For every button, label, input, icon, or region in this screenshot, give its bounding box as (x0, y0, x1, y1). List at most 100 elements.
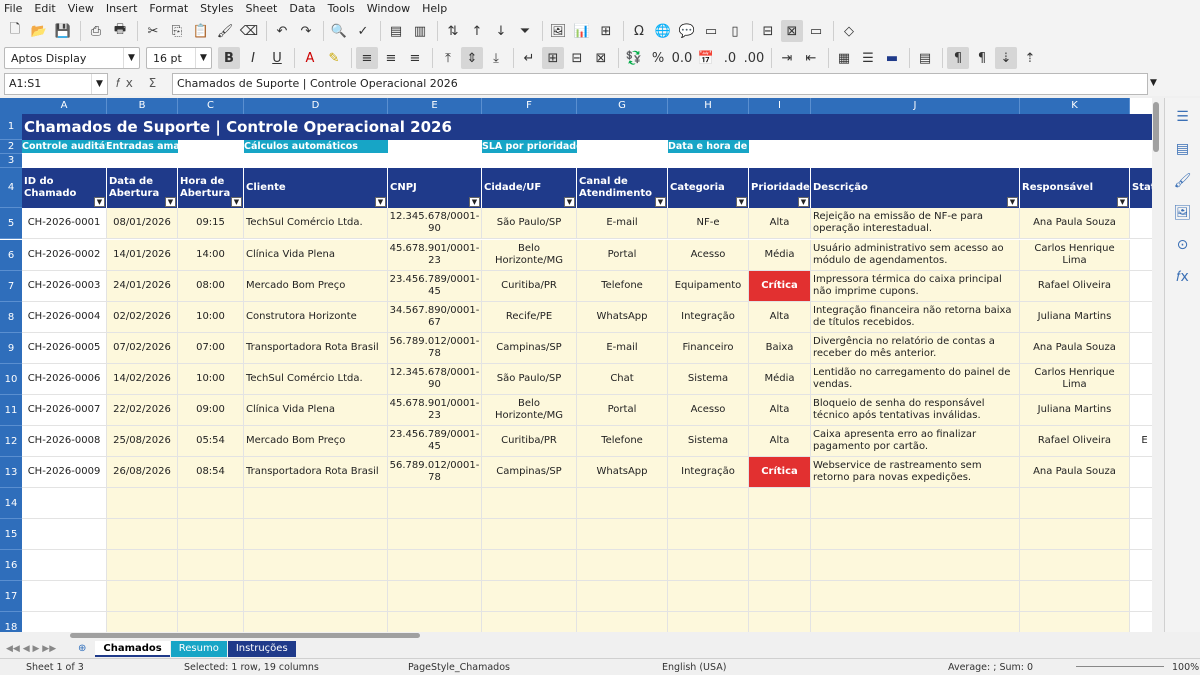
empty-cell[interactable] (811, 612, 1020, 632)
table-cell[interactable]: CH-2026-0002 (22, 240, 107, 271)
autofilter-dropdown-icon[interactable]: ▼ (798, 197, 809, 207)
table-cell[interactable]: TechSul Comércio Ltda. (244, 364, 388, 395)
menu-item[interactable]: Data (289, 2, 315, 15)
empty-cell[interactable] (244, 612, 388, 632)
empty-cell[interactable] (388, 550, 482, 581)
table-cell[interactable]: 10:00 (178, 364, 244, 395)
italic-icon[interactable]: I (242, 47, 264, 69)
table-cell[interactable]: São Paulo/SP (482, 364, 577, 395)
column-header[interactable]: F (482, 98, 577, 114)
chevron-down-icon[interactable]: ▼ (123, 48, 139, 68)
row-header[interactable]: 7 (0, 271, 22, 302)
increase-indent-icon[interactable]: ⇥ (776, 47, 798, 69)
empty-cell[interactable] (811, 581, 1020, 612)
column-icon[interactable]: ▥ (409, 20, 431, 42)
insert-chart-icon[interactable]: 📊 (571, 20, 593, 42)
font-color-icon[interactable]: A (299, 47, 321, 69)
table-cell[interactable]: Telefone (577, 271, 668, 302)
pivot-table-icon[interactable]: ⊞ (595, 20, 617, 42)
empty-cell[interactable] (811, 550, 1020, 581)
table-cell[interactable]: Carlos Henrique Lima (1020, 364, 1130, 395)
select-all-corner[interactable] (0, 98, 22, 114)
sort-icon[interactable]: ⇅ (442, 20, 464, 42)
empty-cell[interactable] (1020, 550, 1130, 581)
column-header[interactable]: I (749, 98, 811, 114)
table-cell[interactable]: 56.789.012/0001-78 (388, 333, 482, 364)
decrease-indent-icon[interactable]: ⇤ (800, 47, 822, 69)
table-cell[interactable]: 26/08/2026 (107, 457, 178, 488)
table-cell[interactable]: Portal (577, 395, 668, 426)
empty-cell[interactable] (244, 581, 388, 612)
column-header[interactable]: J (811, 98, 1020, 114)
row-header[interactable]: 2 (0, 140, 22, 154)
print-icon[interactable]: 🖶 (109, 20, 131, 42)
row-header[interactable]: 6 (0, 240, 22, 271)
vertical-scrollbar[interactable] (1152, 98, 1160, 632)
table-cell[interactable]: Juliana Martins (1020, 395, 1130, 426)
name-box[interactable]: A1:S1 ▼ (4, 73, 108, 95)
table-cell[interactable]: CH-2026-0004 (22, 302, 107, 333)
menu-item[interactable]: Edit (34, 2, 55, 15)
info-tag[interactable]: Controle auditável (22, 140, 106, 153)
align-right-icon[interactable]: ≡ (404, 47, 426, 69)
empty-cell[interactable] (107, 612, 178, 632)
table-cell[interactable]: Telefone (577, 426, 668, 457)
empty-cell[interactable] (22, 519, 107, 550)
empty-cell[interactable] (388, 612, 482, 632)
table-cell[interactable]: 08/01/2026 (107, 208, 178, 239)
column-title[interactable]: Responsável ▼ (1020, 168, 1130, 208)
empty-cell[interactable] (22, 550, 107, 581)
row-header[interactable]: 12 (0, 426, 22, 457)
row-header[interactable]: 1 (0, 114, 22, 140)
table-cell[interactable]: Rafael Oliveira (1020, 426, 1130, 457)
empty-cell[interactable] (178, 519, 244, 550)
empty-cell[interactable] (749, 581, 811, 612)
table-cell[interactable]: 14/01/2026 (107, 240, 178, 271)
table-cell[interactable]: Usuário administrativo sem acesso ao mód… (811, 240, 1020, 271)
empty-cell[interactable] (107, 581, 178, 612)
table-cell[interactable]: Alta (749, 208, 811, 239)
autofilter-dropdown-icon[interactable]: ▼ (655, 197, 666, 207)
table-cell[interactable]: Construtora Horizonte (244, 302, 388, 333)
empty-cell[interactable] (244, 519, 388, 550)
empty-cell[interactable] (178, 612, 244, 632)
special-character-icon[interactable]: Ω (628, 20, 650, 42)
table-cell[interactable]: 45.678.901/0001-23 (388, 240, 482, 271)
table-cell[interactable]: TechSul Comércio Ltda. (244, 208, 388, 239)
zoom-slider[interactable] (1076, 666, 1164, 667)
table-cell[interactable]: Mercado Bom Preço (244, 271, 388, 302)
table-cell[interactable]: Baixa (749, 333, 811, 364)
table-cell[interactable]: WhatsApp (577, 457, 668, 488)
table-cell[interactable]: Média (749, 364, 811, 395)
autofilter-dropdown-icon[interactable]: ▼ (375, 197, 386, 207)
table-cell[interactable]: Transportadora Rota Brasil (244, 457, 388, 488)
table-cell[interactable]: Juliana Martins (1020, 302, 1130, 333)
table-cell[interactable]: Alta (749, 395, 811, 426)
formula-input[interactable]: Chamados de Suporte | Controle Operacion… (172, 73, 1148, 95)
empty-cell[interactable] (482, 488, 577, 519)
column-title[interactable]: ID do Chamado ▼ (22, 168, 107, 208)
empty-cell[interactable] (388, 488, 482, 519)
row-header[interactable]: 3 (0, 154, 22, 168)
row-header[interactable]: 4 (0, 168, 22, 208)
spreadsheet-grid[interactable]: A B C D E F G H I J K 1 2 3 4 5 6 7 8 9 10 11 12 13 14 15 16 17 18 Ch… (0, 98, 1160, 632)
column-title[interactable]: Canal de Atendimento ▼ (577, 168, 668, 208)
table-cell[interactable]: Rafael Oliveira (1020, 271, 1130, 302)
freeze-rows-columns-icon[interactable]: ⊟ (757, 20, 779, 42)
empty-cell[interactable] (482, 519, 577, 550)
find-replace-icon[interactable]: 🔍 (328, 20, 350, 42)
table-cell[interactable]: 12.345.678/0001-90 (388, 364, 482, 395)
table-cell[interactable]: Integração (668, 302, 749, 333)
info-tag[interactable]: Cálculos automáticos (244, 140, 388, 153)
column-header[interactable]: A (22, 98, 107, 114)
table-cell[interactable]: 22/02/2026 (107, 395, 178, 426)
empty-cell[interactable] (1020, 612, 1130, 632)
table-cell[interactable]: Clínica Vida Plena (244, 240, 388, 271)
info-tag[interactable]: SLA por prioridade (482, 140, 577, 153)
column-header[interactable]: C (178, 98, 244, 114)
split-window-icon[interactable]: ⊠ (781, 20, 803, 42)
table-cell[interactable]: Chat (577, 364, 668, 395)
table-cell[interactable]: Integração (668, 457, 749, 488)
column-title[interactable]: Cidade/UF ▼ (482, 168, 577, 208)
merge-cells-icon[interactable]: ⊟ (566, 47, 588, 69)
